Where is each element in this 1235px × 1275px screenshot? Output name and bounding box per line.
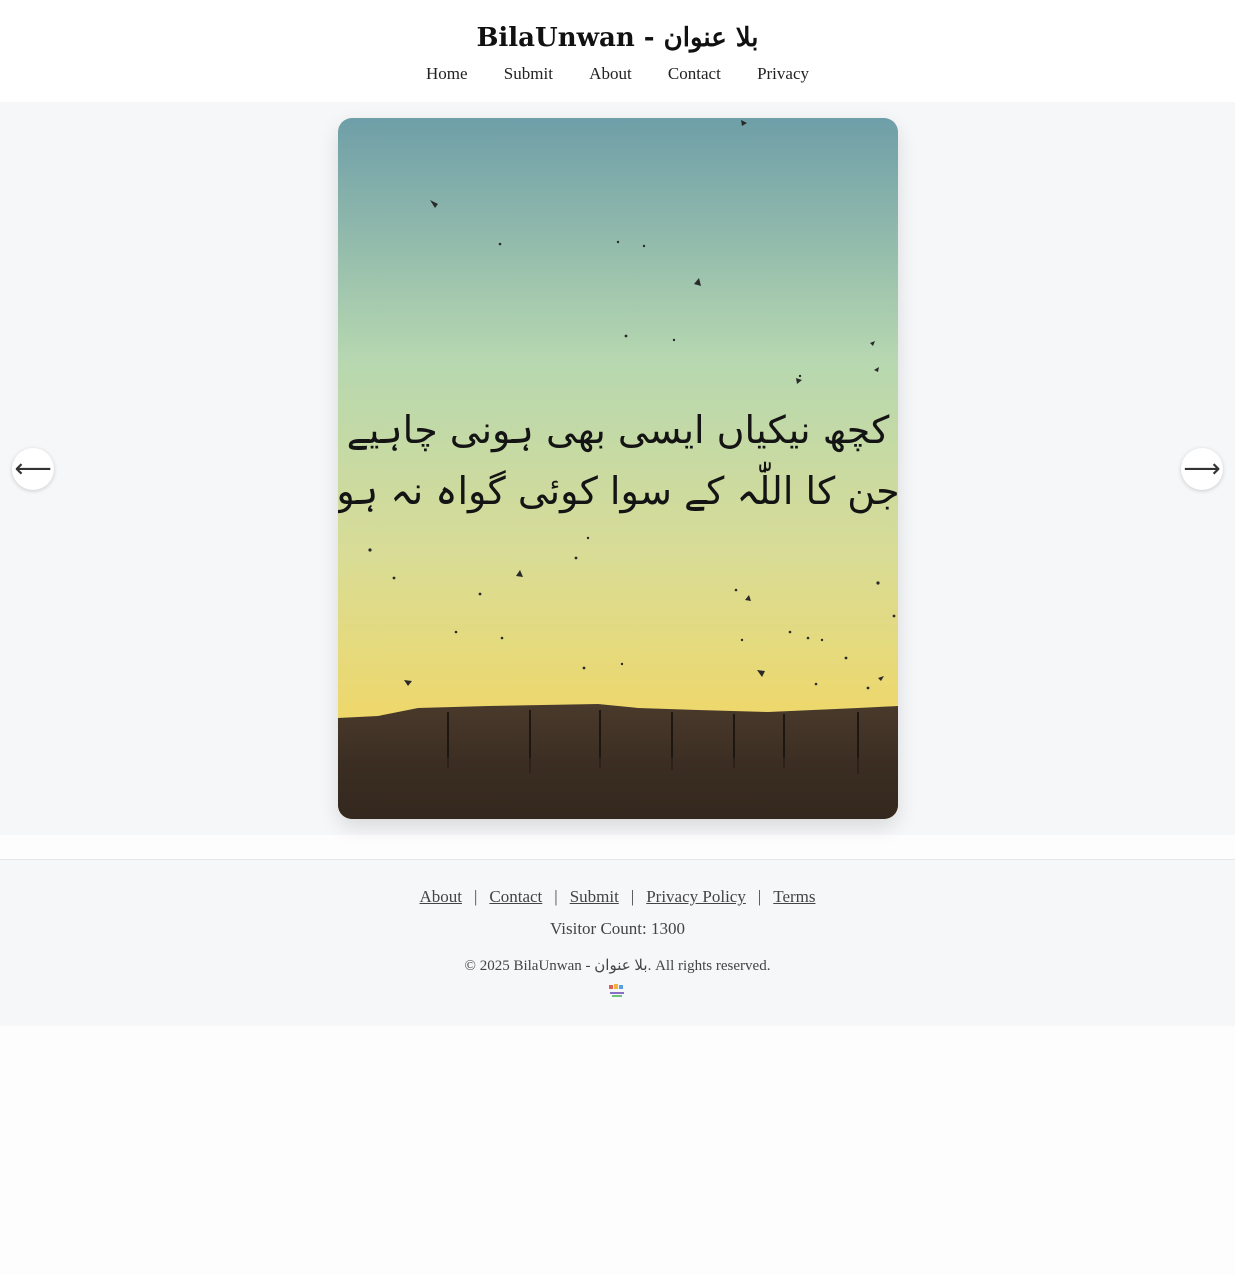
nav-link-contact[interactable]: Contact: [668, 64, 721, 83]
next-slide-button[interactable]: ⟶: [1181, 448, 1223, 490]
site-header: BilaUnwan - بلا عنوان Home Submit About …: [0, 0, 1235, 102]
footer-link-terms[interactable]: Terms: [773, 887, 815, 906]
slide-image: کچھ نیکیاں ایسی بھی ہونی چاہیے جن کا الل…: [338, 118, 898, 819]
footer-separator: |: [473, 887, 478, 906]
footer-links: About | Contact | Submit | Privacy Policy | Term…: [0, 885, 1235, 909]
main-nav: Home Submit About Contact Privacy: [0, 62, 1235, 86]
arrow-right-icon: ⟶: [1183, 454, 1221, 484]
visitor-count: Visitor Count: 1300: [550, 919, 685, 938]
footer-separator: |: [757, 887, 762, 906]
footer-link-contact[interactable]: Contact: [489, 887, 542, 906]
site-footer: About | Contact | Submit | Privacy Policy | Term…: [0, 859, 1235, 1026]
footer-link-submit[interactable]: Submit: [570, 887, 619, 906]
nav-link-submit[interactable]: Submit: [504, 64, 553, 83]
footer-link-privacy-policy[interactable]: Privacy Policy: [646, 887, 746, 906]
footer-separator: |: [630, 887, 635, 906]
nav-link-privacy[interactable]: Privacy: [757, 64, 809, 83]
arrow-left-icon: ⟵: [14, 454, 52, 484]
nav-link-about[interactable]: About: [589, 64, 632, 83]
nav-link-home[interactable]: Home: [426, 64, 468, 83]
image-slideshow: ⟵ کچھ نیکیاں ایسی بھی ہونی چاہیے جن کا ا…: [0, 102, 1235, 835]
footer-link-about[interactable]: About: [419, 887, 462, 906]
prev-slide-button[interactable]: ⟵: [12, 448, 54, 490]
quote-line-2: جن کا اللّٰہ کے سوا کوئی گواہ نہ ہو: [338, 462, 898, 514]
quote-line-1: کچھ نیکیاں ایسی بھی ہونی چاہیے: [347, 408, 891, 453]
site-title: BilaUnwan - بلا عنوان: [476, 23, 759, 53]
site-logo-icon: [609, 984, 624, 997]
copyright-text: © 2025 BilaUnwan - بلا عنوان. All rights…: [464, 958, 771, 974]
footer-separator: |: [554, 887, 558, 906]
